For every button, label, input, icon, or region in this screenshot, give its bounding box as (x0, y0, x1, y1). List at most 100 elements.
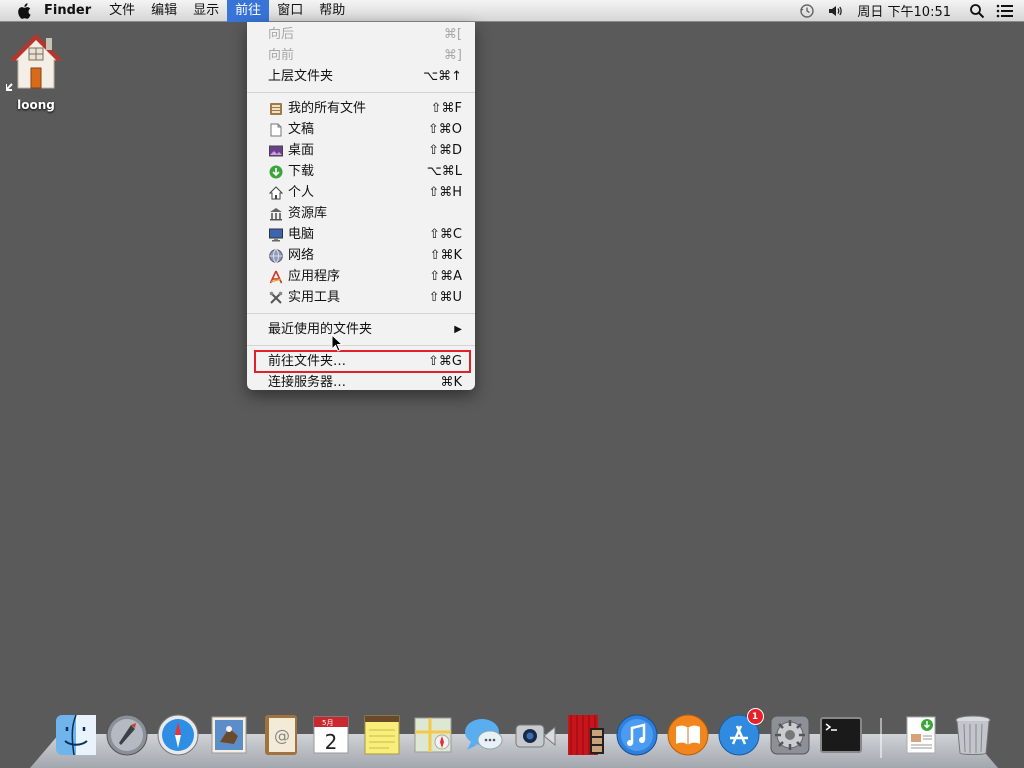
menu-window[interactable]: 窗口 (269, 0, 311, 22)
menubar-clock[interactable]: 周日 下午10:51 (849, 1, 963, 20)
menu-item-computer[interactable]: 电脑 ⇧⌘C (247, 224, 475, 245)
menu-view[interactable]: 显示 (185, 0, 227, 22)
menu-item-all-my-files[interactable]: 我的所有文件 ⇧⌘F (247, 98, 475, 119)
menu-item-label: 上层文件夹 (268, 69, 334, 84)
itunes-icon[interactable] (614, 712, 660, 758)
time-machine-icon[interactable] (796, 0, 818, 22)
go-menu-dropdown: 向后 ⌘[ 向前 ⌘] 上层文件夹 ⌥⌘↑ 我的所有文件 ⇧⌘F 文稿 ⇧⌘O … (247, 22, 475, 390)
spotlight-search-icon[interactable] (966, 0, 988, 22)
system-preferences-icon[interactable] (767, 712, 813, 758)
menu-item-documents[interactable]: 文稿 ⇧⌘O (247, 119, 475, 140)
menu-finder[interactable]: Finder (42, 0, 101, 22)
menu-item-label: 桌面 (288, 143, 315, 158)
ibooks-icon[interactable] (665, 712, 711, 758)
facetime-icon[interactable] (512, 712, 558, 758)
menu-item-label: 个人 (288, 185, 315, 200)
menu-item-shortcut: ⇧⌘F (430, 101, 462, 116)
menu-item-home[interactable]: 个人 ⇧⌘H (247, 182, 475, 203)
calendar-month-text: 5月 (322, 719, 333, 727)
app-store-icon[interactable]: 1 (716, 708, 764, 758)
menu-item-shortcut: ⇧⌘C (429, 227, 462, 242)
menu-item-recent-folders[interactable]: 最近使用的文件夹 ▶ (247, 319, 475, 340)
menu-item-go-to-folder[interactable]: 前往文件夹… ⇧⌘G (247, 350, 475, 373)
menu-item-label: 电脑 (288, 227, 315, 242)
menu-item-network[interactable]: 网络 ⇧⌘K (247, 245, 475, 266)
menu-item-applications[interactable]: 应用程序 ⇧⌘A (247, 266, 475, 287)
notes-icon[interactable] (359, 712, 405, 758)
menu-item-label: 向前 (268, 48, 295, 63)
submenu-arrow-icon: ▶ (454, 324, 462, 335)
documents-icon (268, 122, 284, 138)
menu-item-connect-to-server[interactable]: 连接服务器… ⌘K (247, 372, 475, 393)
library-icon (268, 206, 284, 222)
menu-item-shortcut: ⌘[ (443, 27, 462, 42)
terminal-icon[interactable] (818, 712, 864, 758)
photo-booth-icon[interactable] (563, 712, 609, 758)
desktop-icon-label: loong (17, 98, 55, 112)
notification-center-icon[interactable] (994, 0, 1016, 22)
home-folder-icon (5, 34, 62, 91)
menu-item-label: 我的所有文件 (288, 101, 367, 116)
menu-item-label: 资源库 (288, 206, 328, 221)
menu-item-shortcut: ⌘K (440, 375, 462, 390)
menu-item-label: 文稿 (288, 122, 315, 137)
menu-item-shortcut: ⌥⌘L (426, 164, 462, 179)
menu-item-label: 实用工具 (288, 290, 341, 305)
menu-item-label: 向后 (268, 27, 295, 42)
mail-icon[interactable] (206, 712, 252, 758)
menu-bar: Finder 文件 编辑 显示 前往 窗口 帮助 周日 下午10:51 (0, 0, 1024, 22)
menu-item-shortcut: ⇧⌘K (429, 248, 462, 263)
all-my-files-icon (268, 101, 284, 117)
mouse-cursor-icon (331, 334, 343, 352)
menu-item-label: 网络 (288, 248, 315, 263)
dock-divider (880, 718, 882, 758)
menu-item-label: 连接服务器… (268, 375, 347, 390)
contacts-icon[interactable]: @ (257, 712, 303, 758)
menu-separator (247, 92, 475, 93)
desktop-home-alias[interactable]: loong (5, 30, 66, 112)
menu-item-label: 应用程序 (288, 269, 341, 284)
menu-item-shortcut: ⇧⌘A (429, 269, 462, 284)
launchpad-icon[interactable] (104, 712, 150, 758)
volume-icon[interactable] (824, 0, 846, 22)
trash-icon[interactable] (950, 712, 996, 758)
menu-item-desktop[interactable]: 桌面 ⇧⌘D (247, 140, 475, 161)
maps-icon[interactable] (410, 712, 456, 758)
menu-file[interactable]: 文件 (101, 0, 143, 22)
svg-text:@: @ (274, 726, 290, 745)
home-icon (268, 185, 284, 201)
desktop-icon (268, 143, 284, 159)
menu-item-shortcut: ⇧⌘G (428, 354, 462, 369)
computer-icon (268, 227, 284, 243)
dock: @ 5月 2 1 (30, 708, 998, 768)
messages-icon[interactable] (461, 712, 507, 758)
apple-menu-icon[interactable] (16, 0, 32, 22)
menu-edit[interactable]: 编辑 (143, 0, 185, 22)
calendar-icon[interactable]: 5月 2 (308, 712, 354, 758)
menu-item-forward[interactable]: 向前 ⌘] (247, 45, 475, 66)
downloads-icon (268, 164, 284, 180)
network-globe-icon (268, 248, 284, 264)
utilities-tools-icon (268, 290, 284, 306)
menu-item-back[interactable]: 向后 ⌘[ (247, 24, 475, 45)
menu-item-shortcut: ⇧⌘U (428, 290, 462, 305)
calendar-day-text: 2 (324, 730, 337, 754)
menu-go[interactable]: 前往 (227, 0, 270, 22)
menu-item-label: 下载 (288, 164, 315, 179)
menu-item-shortcut: ⌘] (443, 48, 462, 63)
menu-item-utilities[interactable]: 实用工具 ⇧⌘U (247, 287, 475, 308)
menu-item-label: 前往文件夹… (268, 354, 347, 369)
menu-help[interactable]: 帮助 (311, 0, 353, 22)
menu-item-enclosing-folder[interactable]: 上层文件夹 ⌥⌘↑ (247, 66, 475, 87)
applications-icon (268, 269, 284, 285)
menu-separator (247, 313, 475, 314)
downloads-stack-icon[interactable] (899, 712, 945, 758)
menu-item-shortcut: ⇧⌘D (428, 143, 462, 158)
menu-item-shortcut: ⇧⌘H (428, 185, 462, 200)
safari-icon[interactable] (155, 712, 201, 758)
finder-icon[interactable] (53, 712, 99, 758)
menu-item-label: 最近使用的文件夹 (268, 322, 373, 337)
menu-item-downloads[interactable]: 下载 ⌥⌘L (247, 161, 475, 182)
menu-item-library[interactable]: 资源库 (247, 203, 475, 224)
menu-item-shortcut: ⌥⌘↑ (423, 69, 462, 84)
